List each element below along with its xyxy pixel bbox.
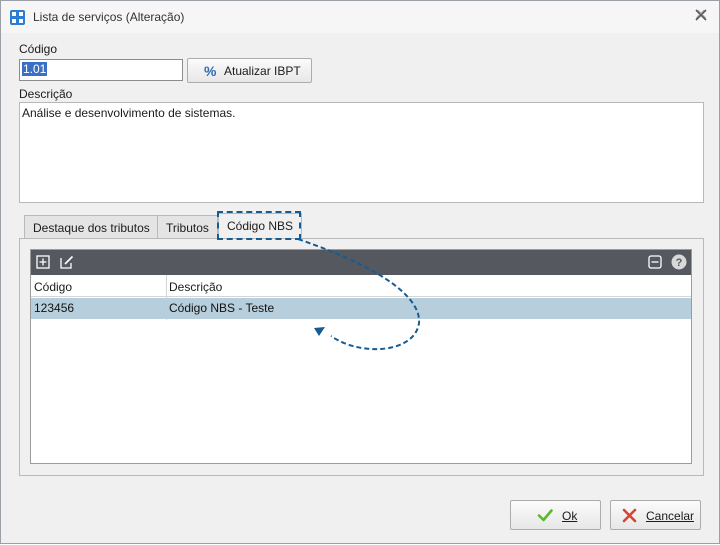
edit-icon[interactable] — [60, 255, 74, 269]
codigo-label: Código — [19, 42, 58, 56]
tab-tributos[interactable]: Tributos — [157, 215, 218, 238]
check-icon — [537, 507, 553, 526]
grid-header — [31, 275, 691, 297]
add-icon[interactable] — [36, 255, 50, 269]
close-icon[interactable] — [695, 9, 707, 23]
table-row[interactable]: 123456 Código NBS - Teste — [31, 298, 691, 319]
codigo-input[interactable]: 1.01 — [19, 59, 183, 81]
row-codigo: 123456 — [34, 301, 75, 315]
dialog-window: Lista de serviços (Alteração) Código 1.0… — [0, 0, 720, 544]
atualizar-ibpt-label: Atualizar IBPT — [224, 64, 301, 78]
codigo-value: 1.01 — [22, 62, 48, 76]
ok-button[interactable]: Ok — [510, 500, 601, 530]
tab-codigo-nbs[interactable]: Código NBS — [218, 213, 303, 238]
grid-toolbar: ? — [31, 250, 691, 275]
descricao-label: Descrição — [19, 87, 73, 101]
column-header-codigo[interactable]: Código — [34, 280, 72, 294]
column-header-descricao[interactable]: Descrição — [169, 280, 222, 294]
window-title: Lista de serviços (Alteração) — [33, 10, 185, 24]
percent-edit-icon: % — [204, 63, 217, 79]
cancel-x-icon — [622, 508, 637, 526]
descricao-textarea[interactable]: Análise e desenvolvimento de sistemas. — [19, 102, 704, 203]
title-bar[interactable]: Lista de serviços (Alteração) — [1, 1, 719, 33]
ok-label: Ok — [562, 509, 578, 523]
nbs-grid: ? Código Descrição 123456 Código NBS - T… — [30, 249, 692, 464]
cancel-button[interactable]: Cancelar — [610, 500, 701, 530]
cancel-label: Cancelar — [646, 509, 695, 523]
atualizar-ibpt-button[interactable]: % Atualizar IBPT — [187, 58, 312, 83]
tab-destaque-dos-tributos[interactable]: Destaque dos tributos — [24, 215, 159, 238]
help-icon[interactable]: ? — [671, 254, 687, 270]
svg-text:?: ? — [676, 257, 683, 269]
row-descricao: Código NBS - Teste — [169, 301, 275, 315]
app-grid-icon — [10, 10, 25, 25]
collapse-icon[interactable] — [648, 255, 662, 269]
